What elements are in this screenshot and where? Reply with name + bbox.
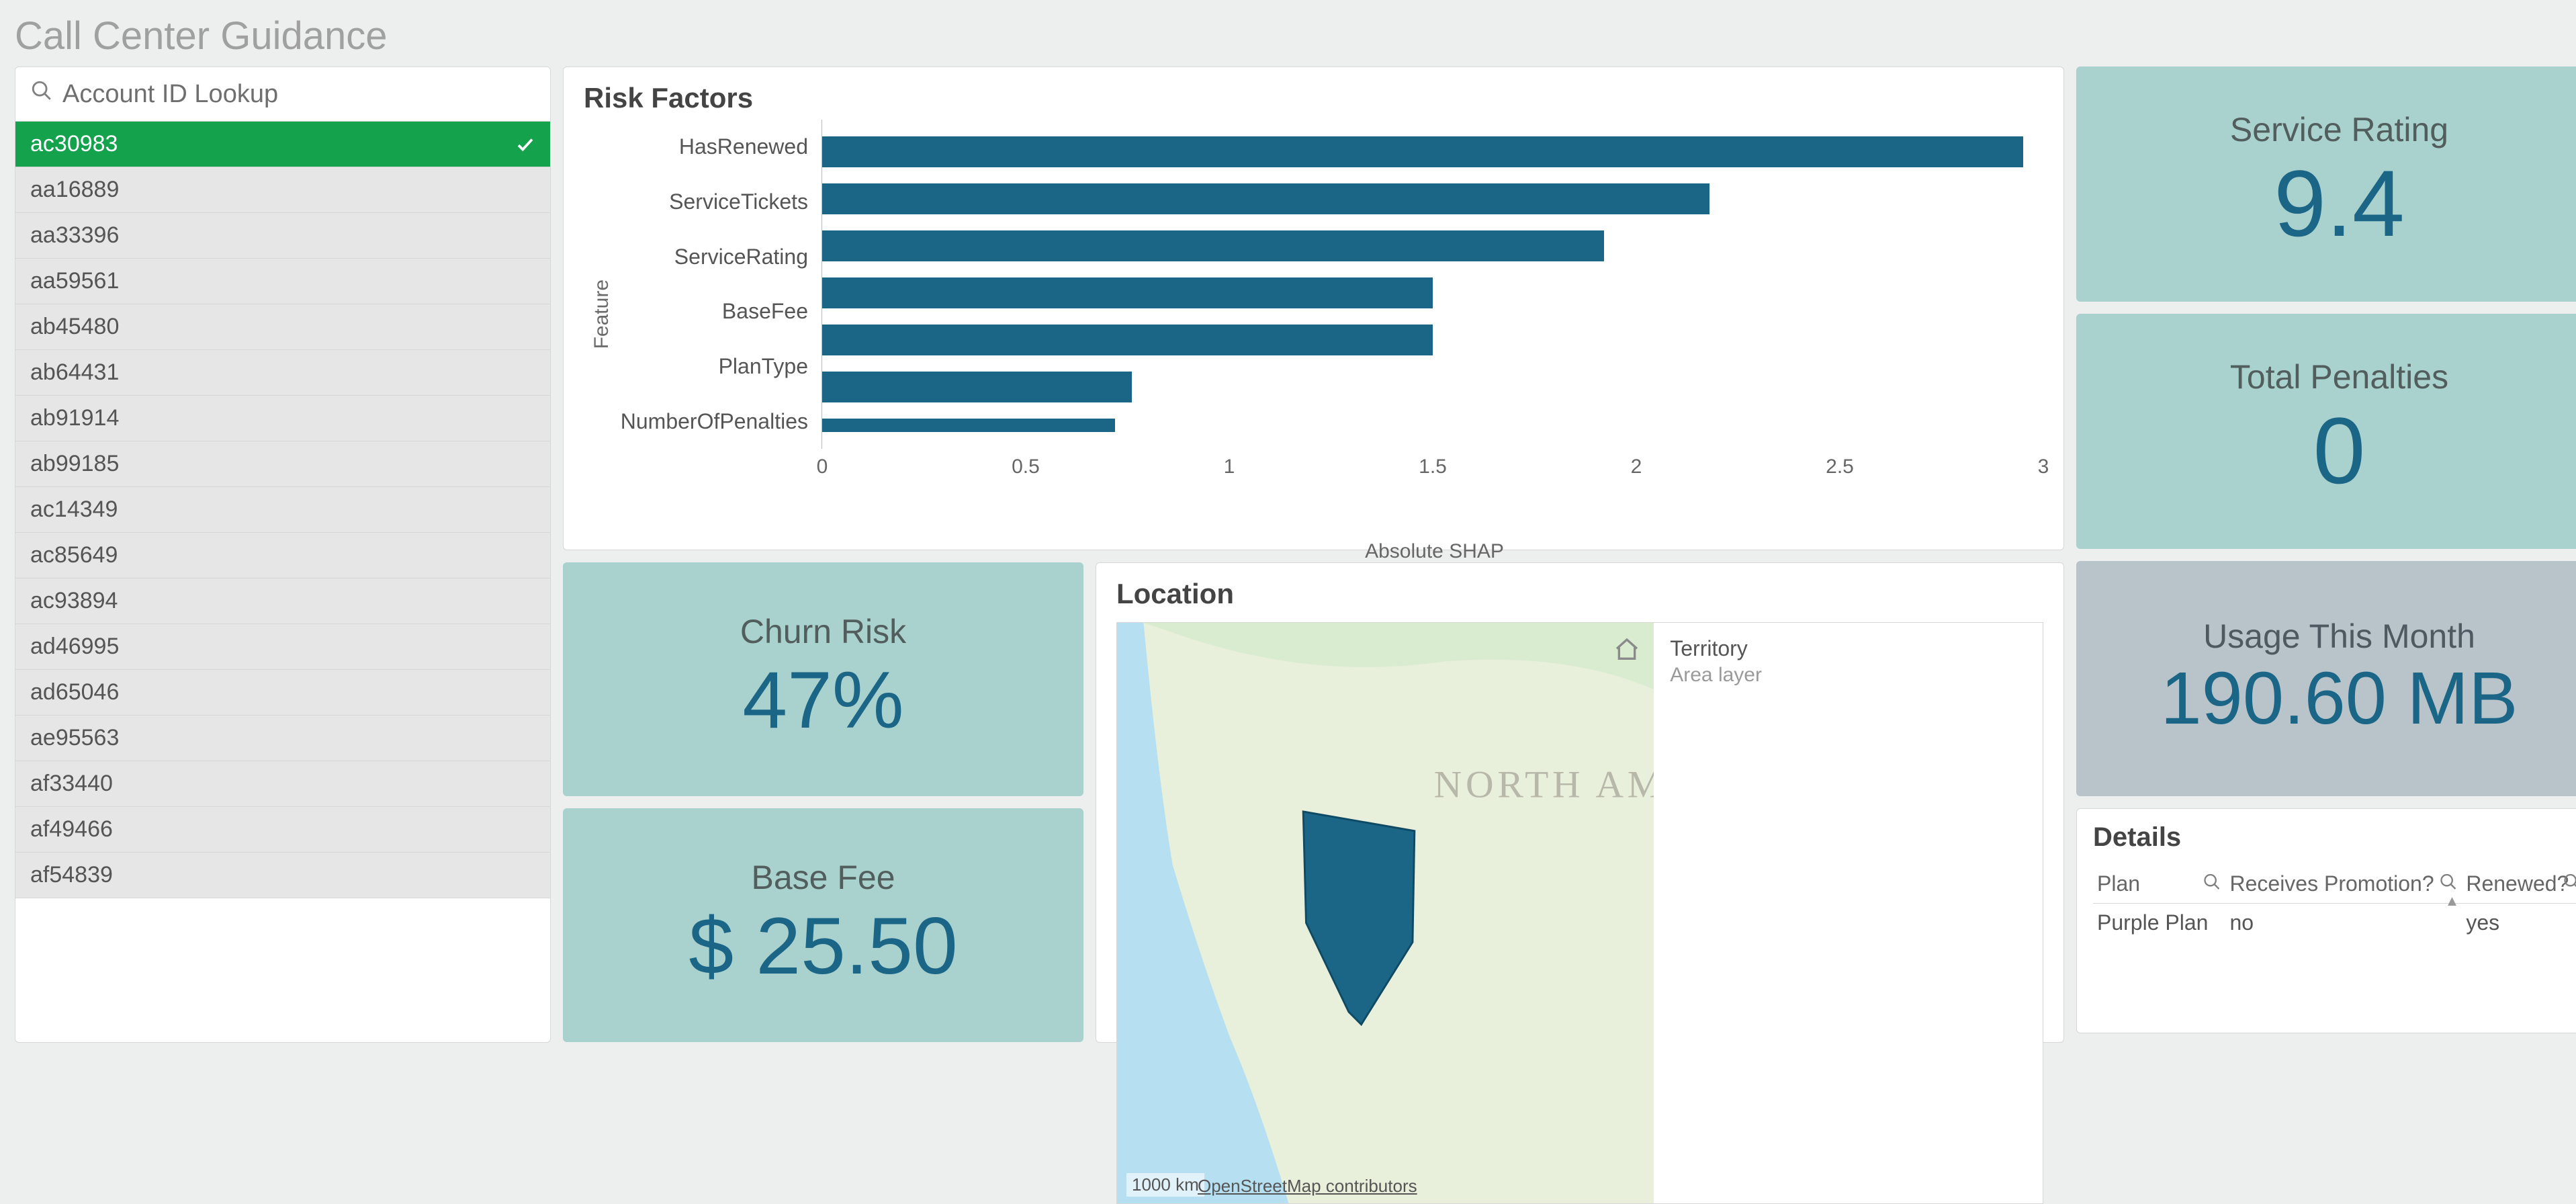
account-item-ac93894[interactable]: ac93894 bbox=[15, 578, 550, 624]
account-item-af33440[interactable]: af33440 bbox=[15, 761, 550, 807]
account-item-ac14349[interactable]: ac14349 bbox=[15, 487, 550, 533]
xtick: 1 bbox=[1224, 456, 1235, 478]
map[interactable]: NORTH AME 1000 km OpenStreetMap contribu… bbox=[1117, 623, 1654, 1203]
account-id-label: ad65046 bbox=[30, 679, 119, 705]
details-table: Plan Receives Promotion? ▲ Renewed? Purp… bbox=[2093, 865, 2576, 942]
account-id-label: ae95563 bbox=[30, 725, 119, 750]
cell-promo: no bbox=[2225, 904, 2462, 943]
account-id-label: ab99185 bbox=[30, 451, 119, 476]
account-item-ad46995[interactable]: ad46995 bbox=[15, 624, 550, 670]
account-id-label: aa33396 bbox=[30, 222, 119, 248]
details-title: Details bbox=[2093, 822, 2576, 853]
col-plan[interactable]: Plan bbox=[2093, 865, 2225, 904]
chart-xlabel: Absolute SHAP bbox=[826, 540, 2043, 563]
search-icon[interactable] bbox=[2563, 871, 2576, 896]
account-item-af54839[interactable]: af54839 bbox=[15, 853, 550, 898]
search-icon bbox=[30, 79, 53, 109]
kpi-penalties-label: Total Penalties bbox=[2230, 357, 2448, 396]
col-renewed[interactable]: Renewed? bbox=[2462, 865, 2576, 904]
account-item-ab99185[interactable]: ab99185 bbox=[15, 441, 550, 487]
account-id-label: af54839 bbox=[30, 862, 113, 888]
account-id-label: ab64431 bbox=[30, 359, 119, 385]
xtick: 2.5 bbox=[1826, 456, 1854, 478]
map-scale: 1000 km bbox=[1126, 1173, 1204, 1197]
kpi-basefee-value: $ 25.50 bbox=[689, 900, 957, 992]
account-item-aa33396[interactable]: aa33396 bbox=[15, 213, 550, 259]
kpi-churn-label: Churn Risk bbox=[740, 612, 906, 651]
home-icon[interactable] bbox=[1613, 636, 1640, 669]
continent-label: NORTH AME bbox=[1434, 763, 1654, 806]
risk-factors-title: Risk Factors bbox=[584, 82, 2043, 114]
account-id-label: aa59561 bbox=[30, 268, 119, 294]
bar-ServiceTickets[interactable] bbox=[822, 183, 1709, 214]
map-attribution[interactable]: OpenStreetMap contributors bbox=[1198, 1176, 1417, 1197]
account-item-af49466[interactable]: af49466 bbox=[15, 807, 550, 853]
search-icon[interactable] bbox=[2203, 871, 2221, 896]
account-item-ab64431[interactable]: ab64431 bbox=[15, 350, 550, 396]
kpi-total-penalties[interactable]: Total Penalties 0 bbox=[2076, 314, 2576, 549]
chart-ylabel: Feature bbox=[584, 280, 613, 349]
xtick: 0.5 bbox=[1012, 456, 1040, 478]
location-title: Location bbox=[1116, 578, 2043, 610]
bar-HasRenewed[interactable] bbox=[822, 136, 2023, 167]
page-title: Call Center Guidance bbox=[0, 0, 2576, 67]
account-lookup-panel: Account ID Lookup ac30983 aa16889 aa33396 a… bbox=[15, 67, 551, 1043]
location-card: Location NORTH AME bbox=[1096, 562, 2064, 1043]
kpi-churn-value: 47% bbox=[742, 654, 903, 746]
map-legend: Territory Area layer bbox=[1654, 623, 2043, 1203]
account-search-label: Account ID Lookup bbox=[62, 80, 278, 109]
xtick: 0 bbox=[817, 456, 828, 478]
account-search[interactable]: Account ID Lookup bbox=[15, 67, 550, 122]
risk-factors-card: Risk Factors Feature HasRenewedServiceTi… bbox=[563, 67, 2064, 550]
bar-BaseFee[interactable] bbox=[822, 277, 1433, 308]
chart-plot-area[interactable]: 00.511.522.53 bbox=[821, 120, 2043, 449]
details-card: Details Plan Receives Promotion? ▲ Renew… bbox=[2076, 808, 2576, 1033]
account-item-aa16889[interactable]: aa16889 bbox=[15, 167, 550, 213]
account-id-label: ac14349 bbox=[30, 497, 118, 522]
xtick: 3 bbox=[2038, 456, 2049, 478]
kpi-penalties-value: 0 bbox=[2313, 396, 2366, 505]
account-id-label: ac30983 bbox=[30, 131, 118, 157]
xtick: 2 bbox=[1631, 456, 1642, 478]
col-promotion[interactable]: Receives Promotion? ▲ bbox=[2225, 865, 2462, 904]
account-item-ac85649[interactable]: ac85649 bbox=[15, 533, 550, 578]
legend-subtitle: Area layer bbox=[1670, 664, 2027, 687]
bar-NumberOfPenalties[interactable] bbox=[822, 372, 1132, 402]
account-id-label: ac85649 bbox=[30, 542, 118, 568]
kpi-usage[interactable]: Usage This Month 190.60 MB bbox=[2076, 561, 2576, 796]
kpi-churn-risk[interactable]: Churn Risk 47% bbox=[563, 562, 1083, 796]
bar-ServiceRating[interactable] bbox=[822, 230, 1604, 261]
account-item-ab91914[interactable]: ab91914 bbox=[15, 396, 550, 441]
bar-PlanType[interactable] bbox=[822, 325, 1433, 355]
kpi-service-rating-value: 9.4 bbox=[2274, 149, 2405, 258]
account-item-aa59561[interactable]: aa59561 bbox=[15, 259, 550, 304]
account-id-label: af33440 bbox=[30, 771, 113, 796]
kpi-basefee-label: Base Fee bbox=[751, 858, 895, 897]
account-item-ae95563[interactable]: ae95563 bbox=[15, 716, 550, 761]
account-id-label: ad46995 bbox=[30, 634, 119, 659]
cell-renewed: yes bbox=[2462, 904, 2576, 943]
account-id-label: aa16889 bbox=[30, 177, 119, 202]
check-icon bbox=[515, 134, 535, 155]
account-id-label: ac93894 bbox=[30, 588, 118, 613]
account-id-label: ab91914 bbox=[30, 405, 119, 431]
xtick: 1.5 bbox=[1419, 456, 1447, 478]
account-item-ab45480[interactable]: ab45480 bbox=[15, 304, 550, 350]
kpi-usage-value: 190.60 MB bbox=[2160, 656, 2518, 741]
kpi-service-rating-label: Service Rating bbox=[2230, 110, 2448, 149]
kpi-base-fee[interactable]: Base Fee $ 25.50 bbox=[563, 808, 1083, 1042]
kpi-usage-label: Usage This Month bbox=[2203, 617, 2475, 656]
sort-caret-icon: ▲ bbox=[2445, 892, 2460, 910]
legend-title: Territory bbox=[1670, 636, 2027, 661]
cell-plan: Purple Plan bbox=[2093, 904, 2225, 943]
table-row[interactable]: Purple Plan no yes bbox=[2093, 904, 2576, 943]
account-id-label: ab45480 bbox=[30, 314, 119, 339]
kpi-service-rating[interactable]: Service Rating 9.4 bbox=[2076, 67, 2576, 302]
account-item-ac30983[interactable]: ac30983 bbox=[15, 122, 550, 167]
account-item-ad65046[interactable]: ad65046 bbox=[15, 670, 550, 716]
chart-category-labels: HasRenewedServiceTicketsServiceRatingBas… bbox=[613, 120, 821, 449]
account-id-label: af49466 bbox=[30, 816, 113, 842]
